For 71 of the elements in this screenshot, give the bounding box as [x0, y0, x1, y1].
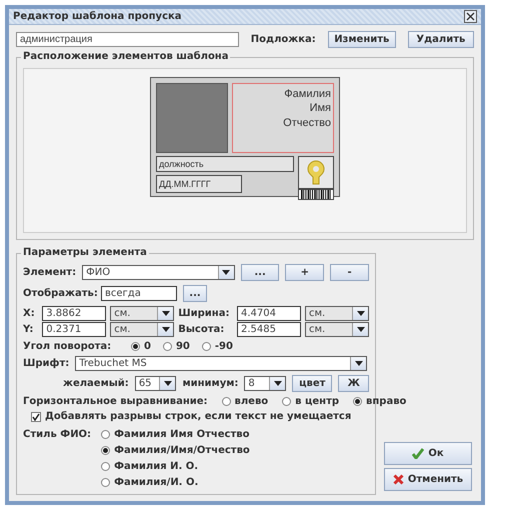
element-combo[interactable]: ФИО	[82, 265, 235, 280]
radio-button[interactable]: -90	[202, 341, 233, 352]
panel-title: Параметры элемента	[21, 247, 149, 258]
dropdown-arrow-icon[interactable]	[162, 327, 170, 332]
name-field[interactable]: администрация	[16, 32, 239, 47]
cross-icon	[392, 474, 404, 485]
display-button[interactable]: ...	[183, 285, 207, 302]
radio-button[interactable]: Фамилия/И. О.	[101, 477, 250, 488]
dimension-field[interactable]: 2.5485	[237, 322, 301, 337]
name-style-label: Стиль ФИО:	[23, 429, 92, 442]
dropdown-arrow-icon[interactable]	[274, 381, 282, 386]
photo-placeholder	[156, 83, 228, 153]
emblem-barcode-drawing	[298, 156, 334, 200]
window-title: Редактор шаблона пропуска	[13, 11, 182, 22]
radio-button[interactable]: 90	[162, 341, 190, 352]
checkmark-icon	[412, 448, 424, 459]
background-button[interactable]: Удалить	[408, 31, 474, 48]
position-element[interactable]: должность	[156, 156, 294, 172]
dimension-label: Y:	[23, 324, 34, 335]
dropdown-arrow-icon[interactable]	[222, 270, 230, 275]
wrap-label: Добавлять разрывы строк, если текст не умещается	[45, 411, 352, 422]
display-label: Отображать:	[23, 288, 95, 299]
name-line: Фамилия	[284, 87, 331, 102]
dropdown-arrow-icon[interactable]	[164, 381, 172, 386]
rotation-label: Угол поворота:	[23, 341, 112, 352]
name-line: Имя	[310, 101, 331, 116]
background-label: Подложка:	[250, 34, 316, 45]
background-button[interactable]: Изменить	[328, 31, 396, 48]
dropdown-arrow-icon[interactable]	[356, 327, 364, 332]
font-label: Шрифт:	[23, 358, 70, 369]
font-button[interactable]: цвет	[292, 375, 332, 392]
radio-button[interactable]: в центр	[282, 396, 340, 407]
unit-combo[interactable]: см.	[305, 306, 369, 321]
ok-button[interactable]: Ок	[384, 442, 472, 465]
font-button[interactable]: Ж	[338, 375, 369, 392]
element-label: Элемент:	[23, 267, 76, 278]
desired-size-label: желаемый:	[63, 378, 129, 389]
unit-combo[interactable]: см.	[110, 322, 174, 337]
element-button[interactable]: +	[285, 264, 324, 281]
name-element[interactable]: Фамилия Имя Отчество	[232, 83, 334, 153]
panel-title: Расположение элементов шаблона	[21, 51, 230, 62]
dimension-label: Высота:	[178, 324, 226, 335]
close-icon[interactable]	[464, 10, 477, 23]
dropdown-arrow-icon[interactable]	[354, 361, 363, 366]
element-button[interactable]: ...	[240, 264, 280, 281]
radio-button[interactable]: Фамилия И. О.	[101, 461, 250, 472]
dimension-field[interactable]: 0.2371	[42, 322, 106, 337]
dimension-field[interactable]: 4.4704	[237, 306, 301, 321]
dropdown-arrow-icon[interactable]	[356, 311, 364, 316]
wrap-checkbox[interactable]	[31, 412, 41, 422]
unit-combo[interactable]: см.	[305, 322, 369, 337]
dimension-label: X:	[23, 308, 36, 319]
radio-button[interactable]: Фамилия Имя Отчество	[101, 429, 250, 440]
dimension-label: Ширина:	[178, 308, 230, 319]
display-field[interactable]: всегда	[101, 286, 177, 301]
radio-button[interactable]: Фамилия/Имя/Отчество	[101, 445, 250, 456]
element-button[interactable]: -	[330, 264, 370, 281]
min-size-combo[interactable]: 8	[244, 376, 286, 391]
dropdown-arrow-icon[interactable]	[162, 311, 170, 316]
alignment-label: Горизонтальное выравнивание:	[23, 396, 208, 407]
unit-combo[interactable]: см.	[110, 306, 174, 321]
desired-size-combo[interactable]: 65	[134, 376, 176, 391]
min-size-label: минимум:	[182, 378, 238, 389]
date-element[interactable]: ДД.ММ.ГГГГ	[156, 175, 242, 193]
radio-button[interactable]: вправо	[353, 396, 406, 407]
font-combo[interactable]: Trebuchet MS	[75, 356, 368, 371]
radio-button[interactable]: 0	[131, 341, 151, 352]
dimension-field[interactable]: 3.8862	[42, 306, 106, 321]
cancel-button[interactable]: Отменить	[384, 468, 472, 491]
name-line: Отчество	[283, 116, 331, 130]
radio-button[interactable]: влево	[222, 396, 268, 407]
